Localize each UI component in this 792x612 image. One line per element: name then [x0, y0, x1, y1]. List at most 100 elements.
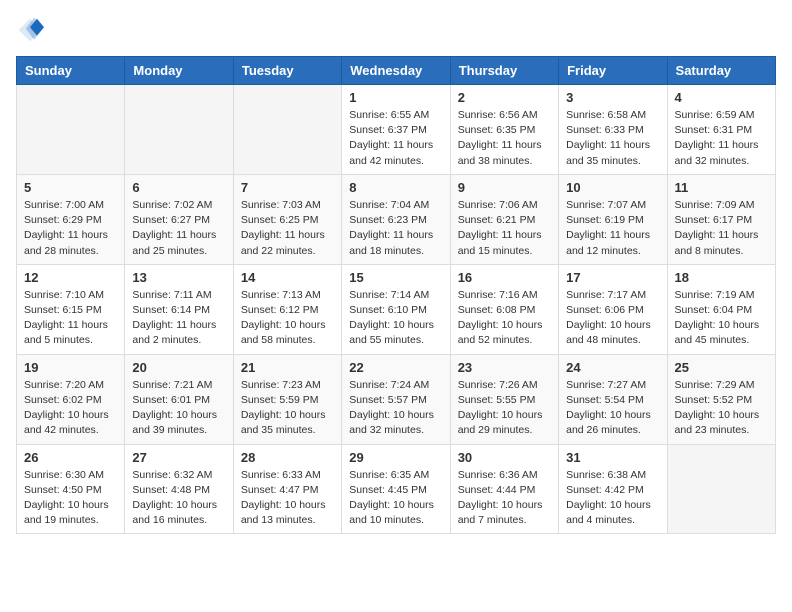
calendar-cell: 3 Sunrise: 6:58 AM Sunset: 6:33 PM Daylig…	[559, 85, 667, 175]
weekday-header-sunday: Sunday	[17, 57, 125, 85]
weekday-header-friday: Friday	[559, 57, 667, 85]
day-details: Sunrise: 7:07 AM Sunset: 6:19 PM Dayligh…	[566, 198, 659, 259]
day-details: Sunrise: 7:03 AM Sunset: 6:25 PM Dayligh…	[241, 198, 334, 259]
day-number: 4	[675, 90, 768, 105]
day-details: Sunrise: 7:19 AM Sunset: 6:04 PM Dayligh…	[675, 288, 768, 349]
weekday-header-row: SundayMondayTuesdayWednesdayThursdayFrid…	[17, 57, 776, 85]
calendar-cell: 15 Sunrise: 7:14 AM Sunset: 6:10 PM Dayli…	[342, 264, 450, 354]
calendar-cell: 2 Sunrise: 6:56 AM Sunset: 6:35 PM Daylig…	[450, 85, 558, 175]
calendar-cell: 30 Sunrise: 6:36 AM Sunset: 4:44 PM Dayli…	[450, 444, 558, 534]
calendar-week-1: 1Sunrise: 6:55 AM Sunset: 6:37 PM Daylig…	[17, 85, 776, 175]
calendar-cell: 5 Sunrise: 7:00 AM Sunset: 6:29 PM Daylig…	[17, 174, 125, 264]
calendar-cell: 7 Sunrise: 7:03 AM Sunset: 6:25 PM Daylig…	[233, 174, 341, 264]
calendar-cell: 23 Sunrise: 7:26 AM Sunset: 5:55 PM Dayli…	[450, 354, 558, 444]
day-number: 25	[675, 360, 768, 375]
day-number: 5	[24, 180, 117, 195]
day-number: 22	[349, 360, 442, 375]
day-number: 17	[566, 270, 659, 285]
calendar-cell: 28 Sunrise: 6:33 AM Sunset: 4:47 PM Dayli…	[233, 444, 341, 534]
day-details: Sunrise: 7:11 AM Sunset: 6:14 PM Dayligh…	[132, 288, 225, 349]
calendar-cell: 9Sunrise: 7:06 AM Sunset: 6:21 PM Daylig…	[450, 174, 558, 264]
calendar-cell: 11Sunrise: 7:09 AM Sunset: 6:17 PM Dayli…	[667, 174, 775, 264]
calendar-cell	[233, 85, 341, 175]
calendar-cell: 1Sunrise: 6:55 AM Sunset: 6:37 PM Daylig…	[342, 85, 450, 175]
day-details: Sunrise: 6:32 AM Sunset: 4:48 PM Dayligh…	[132, 468, 225, 529]
day-number: 29	[349, 450, 442, 465]
calendar-table: SundayMondayTuesdayWednesdayThursdayFrid…	[16, 56, 776, 534]
day-number: 31	[566, 450, 659, 465]
day-details: Sunrise: 6:30 AM Sunset: 4:50 PM Dayligh…	[24, 468, 117, 529]
weekday-header-wednesday: Wednesday	[342, 57, 450, 85]
calendar-cell: 8 Sunrise: 7:04 AM Sunset: 6:23 PM Daylig…	[342, 174, 450, 264]
day-number: 9	[458, 180, 551, 195]
day-number: 18	[675, 270, 768, 285]
day-number: 23	[458, 360, 551, 375]
day-details: Sunrise: 7:02 AM Sunset: 6:27 PM Dayligh…	[132, 198, 225, 259]
day-details: Sunrise: 7:09 AM Sunset: 6:17 PM Dayligh…	[675, 198, 768, 259]
day-number: 24	[566, 360, 659, 375]
day-details: Sunrise: 7:13 AM Sunset: 6:12 PM Dayligh…	[241, 288, 334, 349]
day-details: Sunrise: 7:04 AM Sunset: 6:23 PM Dayligh…	[349, 198, 442, 259]
day-details: Sunrise: 6:56 AM Sunset: 6:35 PM Dayligh…	[458, 108, 551, 169]
day-details: Sunrise: 6:59 AM Sunset: 6:31 PM Dayligh…	[675, 108, 768, 169]
day-details: Sunrise: 7:17 AM Sunset: 6:06 PM Dayligh…	[566, 288, 659, 349]
calendar-cell: 27 Sunrise: 6:32 AM Sunset: 4:48 PM Dayli…	[125, 444, 233, 534]
day-details: Sunrise: 7:16 AM Sunset: 6:08 PM Dayligh…	[458, 288, 551, 349]
day-number: 2	[458, 90, 551, 105]
calendar-cell: 17 Sunrise: 7:17 AM Sunset: 6:06 PM Dayli…	[559, 264, 667, 354]
day-number: 1	[349, 90, 442, 105]
day-details: Sunrise: 7:27 AM Sunset: 5:54 PM Dayligh…	[566, 378, 659, 439]
day-details: Sunrise: 6:33 AM Sunset: 4:47 PM Dayligh…	[241, 468, 334, 529]
day-number: 14	[241, 270, 334, 285]
calendar-cell: 22 Sunrise: 7:24 AM Sunset: 5:57 PM Dayli…	[342, 354, 450, 444]
day-number: 19	[24, 360, 117, 375]
day-number: 3	[566, 90, 659, 105]
calendar-cell: 26 Sunrise: 6:30 AM Sunset: 4:50 PM Dayli…	[17, 444, 125, 534]
calendar-cell: 14 Sunrise: 7:13 AM Sunset: 6:12 PM Dayli…	[233, 264, 341, 354]
day-details: Sunrise: 7:00 AM Sunset: 6:29 PM Dayligh…	[24, 198, 117, 259]
calendar-week-2: 5 Sunrise: 7:00 AM Sunset: 6:29 PM Daylig…	[17, 174, 776, 264]
calendar-body: 1Sunrise: 6:55 AM Sunset: 6:37 PM Daylig…	[17, 85, 776, 534]
calendar-cell: 25 Sunrise: 7:29 AM Sunset: 5:52 PM Dayli…	[667, 354, 775, 444]
day-details: Sunrise: 7:10 AM Sunset: 6:15 PM Dayligh…	[24, 288, 117, 349]
day-number: 26	[24, 450, 117, 465]
calendar-cell: 12 Sunrise: 7:10 AM Sunset: 6:15 PM Dayli…	[17, 264, 125, 354]
day-number: 16	[458, 270, 551, 285]
day-number: 28	[241, 450, 334, 465]
day-details: Sunrise: 7:24 AM Sunset: 5:57 PM Dayligh…	[349, 378, 442, 439]
logo	[16, 16, 48, 44]
day-number: 8	[349, 180, 442, 195]
calendar-week-3: 12 Sunrise: 7:10 AM Sunset: 6:15 PM Dayli…	[17, 264, 776, 354]
day-number: 7	[241, 180, 334, 195]
calendar-week-5: 26 Sunrise: 6:30 AM Sunset: 4:50 PM Dayli…	[17, 444, 776, 534]
calendar-cell: 18 Sunrise: 7:19 AM Sunset: 6:04 PM Dayli…	[667, 264, 775, 354]
calendar-week-4: 19 Sunrise: 7:20 AM Sunset: 6:02 PM Dayli…	[17, 354, 776, 444]
calendar-cell: 10Sunrise: 7:07 AM Sunset: 6:19 PM Dayli…	[559, 174, 667, 264]
day-number: 15	[349, 270, 442, 285]
day-details: Sunrise: 7:21 AM Sunset: 6:01 PM Dayligh…	[132, 378, 225, 439]
day-number: 30	[458, 450, 551, 465]
day-details: Sunrise: 7:14 AM Sunset: 6:10 PM Dayligh…	[349, 288, 442, 349]
calendar-cell: 6Sunrise: 7:02 AM Sunset: 6:27 PM Daylig…	[125, 174, 233, 264]
day-details: Sunrise: 7:23 AM Sunset: 5:59 PM Dayligh…	[241, 378, 334, 439]
logo-icon	[16, 16, 44, 44]
calendar-cell: 4 Sunrise: 6:59 AM Sunset: 6:31 PM Daylig…	[667, 85, 775, 175]
day-number: 13	[132, 270, 225, 285]
calendar-cell: 21 Sunrise: 7:23 AM Sunset: 5:59 PM Dayli…	[233, 354, 341, 444]
calendar-cell: 20Sunrise: 7:21 AM Sunset: 6:01 PM Dayli…	[125, 354, 233, 444]
day-details: Sunrise: 6:36 AM Sunset: 4:44 PM Dayligh…	[458, 468, 551, 529]
day-number: 21	[241, 360, 334, 375]
day-details: Sunrise: 7:20 AM Sunset: 6:02 PM Dayligh…	[24, 378, 117, 439]
day-details: Sunrise: 7:26 AM Sunset: 5:55 PM Dayligh…	[458, 378, 551, 439]
day-details: Sunrise: 6:35 AM Sunset: 4:45 PM Dayligh…	[349, 468, 442, 529]
weekday-header-thursday: Thursday	[450, 57, 558, 85]
weekday-header-tuesday: Tuesday	[233, 57, 341, 85]
day-number: 27	[132, 450, 225, 465]
page-header	[16, 16, 776, 44]
day-details: Sunrise: 6:58 AM Sunset: 6:33 PM Dayligh…	[566, 108, 659, 169]
calendar-cell: 31 Sunrise: 6:38 AM Sunset: 4:42 PM Dayli…	[559, 444, 667, 534]
day-number: 12	[24, 270, 117, 285]
calendar-cell	[667, 444, 775, 534]
day-details: Sunrise: 7:29 AM Sunset: 5:52 PM Dayligh…	[675, 378, 768, 439]
day-details: Sunrise: 6:38 AM Sunset: 4:42 PM Dayligh…	[566, 468, 659, 529]
